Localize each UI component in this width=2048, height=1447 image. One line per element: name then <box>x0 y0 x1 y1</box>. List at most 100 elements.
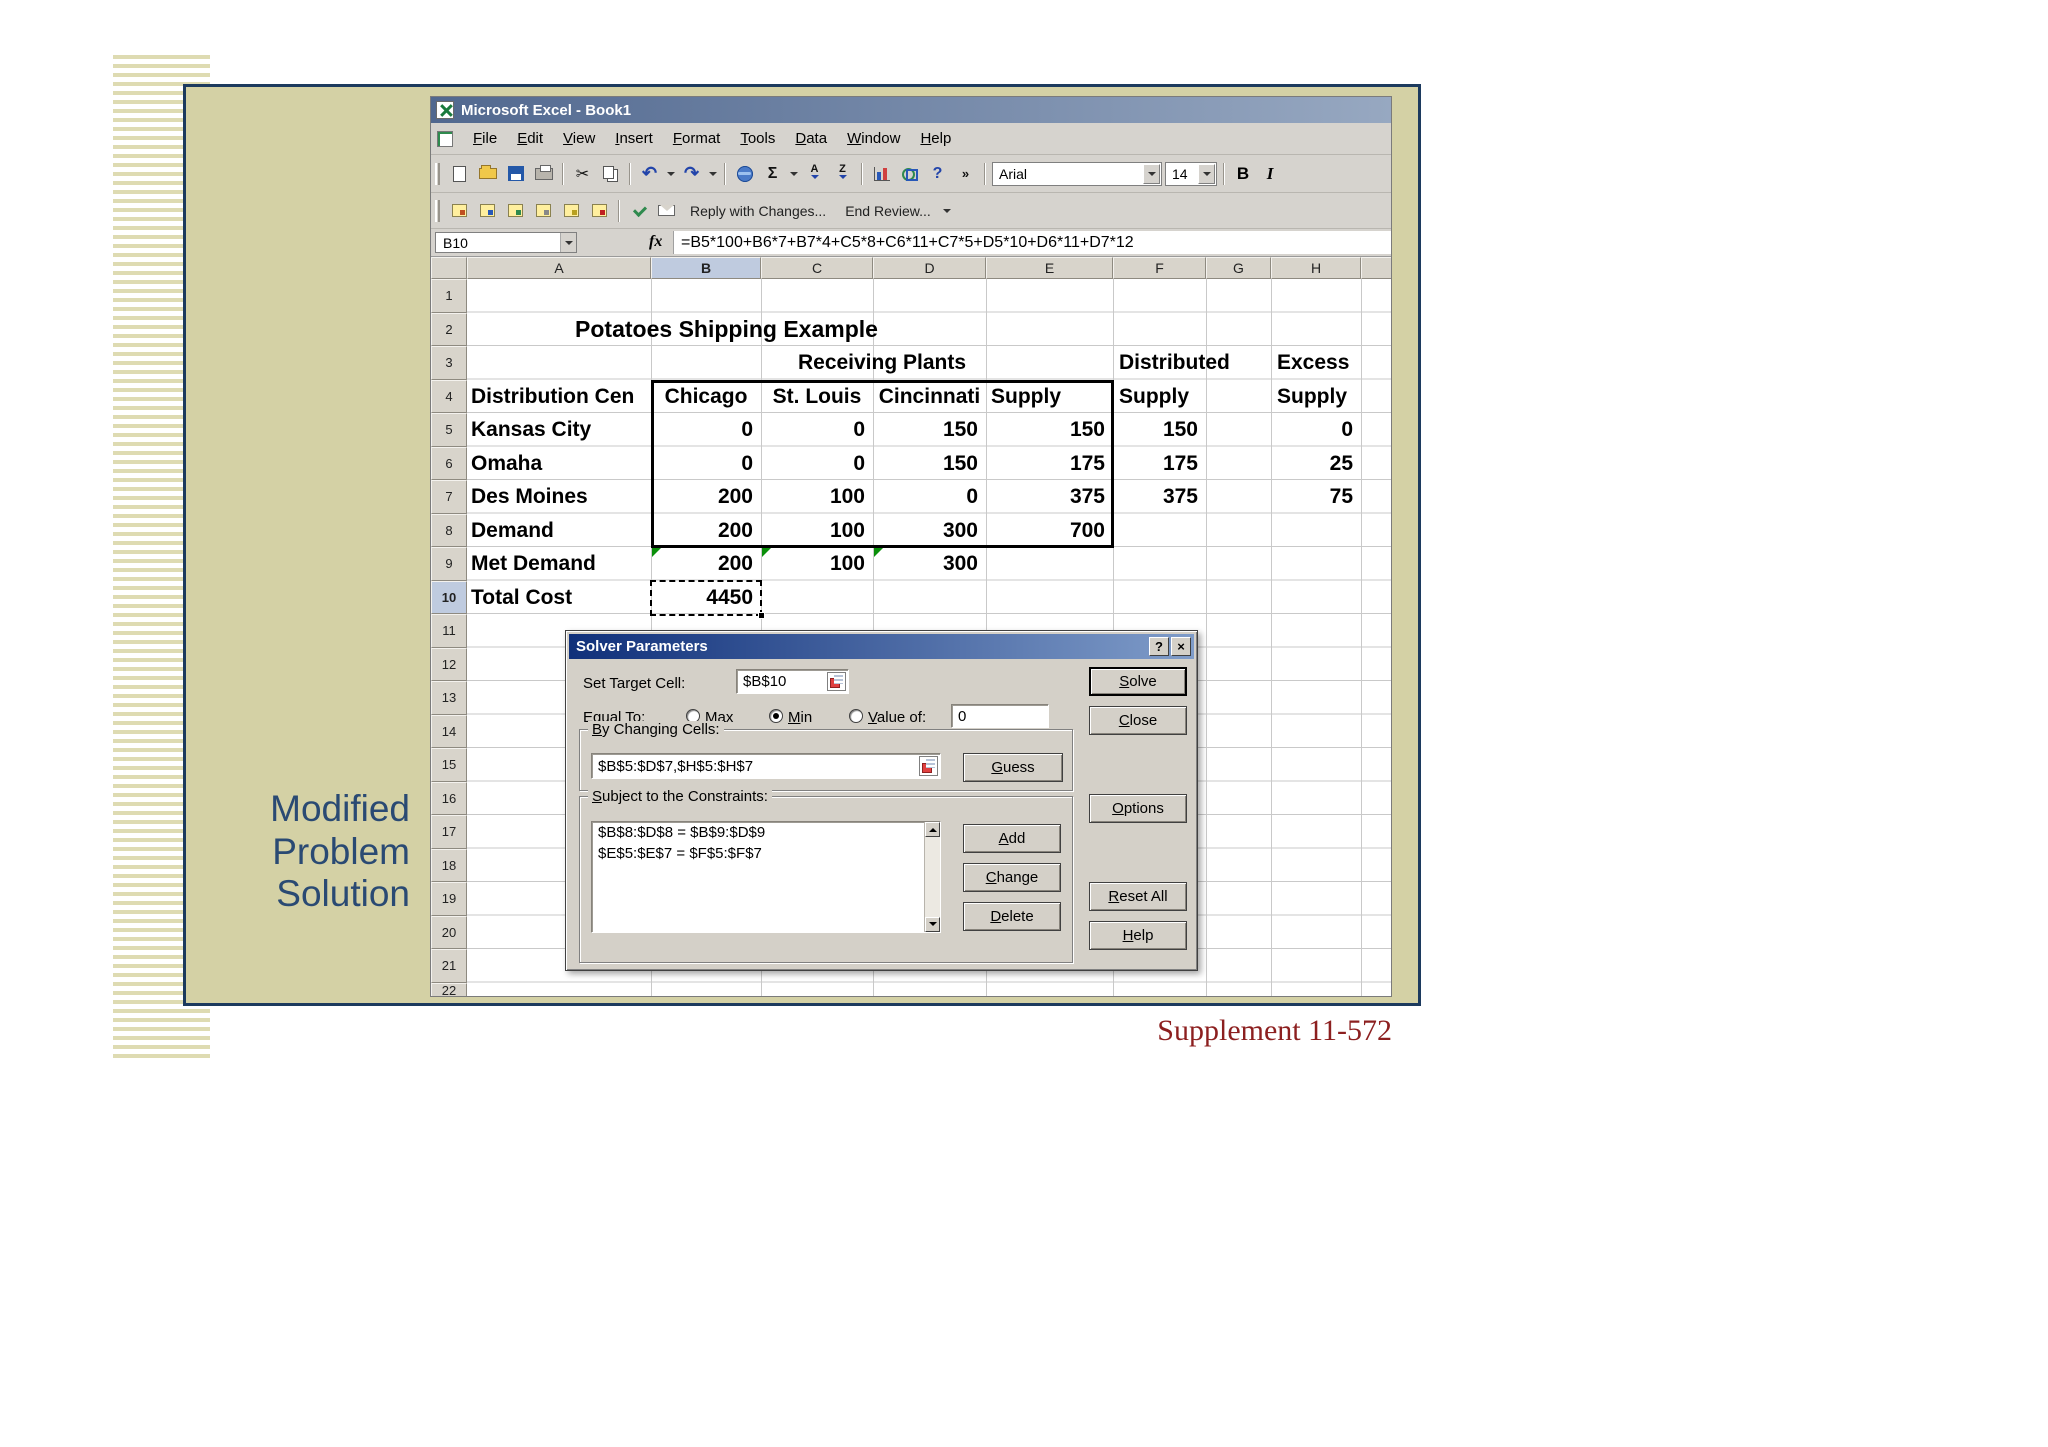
column-header-g[interactable]: G <box>1206 257 1271 279</box>
scroll-down-arrow[interactable] <box>925 917 940 932</box>
sort-ascending-icon[interactable]: A <box>802 162 827 185</box>
new-document-icon[interactable] <box>447 162 472 185</box>
delete-comment-icon[interactable] <box>587 199 612 222</box>
cell-b3[interactable]: Receiving Plants <box>651 346 1113 380</box>
font-name-dropdown[interactable] <box>1143 163 1160 184</box>
constraints-listbox[interactable]: $B$8:$D$8 = $B$9:$D$9 $E$5:$E$7 = $F$5:$… <box>591 821 941 933</box>
constraint-item[interactable]: $B$8:$D$8 = $B$9:$D$9 <box>592 822 940 843</box>
autosum-dropdown-arrow[interactable] <box>788 162 799 185</box>
cell-h7[interactable]: 75 <box>1273 480 1353 514</box>
change-button[interactable]: Change <box>963 863 1061 892</box>
row-header-6[interactable]: 6 <box>431 446 467 480</box>
edit-comment-icon[interactable] <box>447 199 472 222</box>
cell-h6[interactable]: 25 <box>1273 447 1353 481</box>
column-header-partial[interactable] <box>1361 257 1391 279</box>
cell-a8[interactable]: Demand <box>471 514 554 548</box>
cell-d9[interactable]: 300 <box>875 547 978 581</box>
guess-button[interactable]: Guess <box>963 753 1063 782</box>
review-toolbar-dropdown-arrow[interactable] <box>942 199 953 222</box>
constraint-item[interactable]: $E$5:$E$7 = $F$5:$F$7 <box>592 843 940 864</box>
value-of-radio[interactable] <box>849 709 863 723</box>
column-header-a[interactable]: A <box>467 257 651 279</box>
row-header-19[interactable]: 19 <box>431 882 467 916</box>
cut-icon[interactable]: ✂ <box>570 162 595 185</box>
name-box[interactable]: B10 <box>435 232 577 253</box>
workbook-icon[interactable] <box>437 130 453 147</box>
menu-file[interactable]: File <box>463 125 507 152</box>
row-header-14[interactable]: 14 <box>431 714 467 748</box>
menu-tools[interactable]: Tools <box>730 125 785 152</box>
row-header-17[interactable]: 17 <box>431 815 467 849</box>
column-header-e[interactable]: E <box>986 257 1113 279</box>
row-header-1[interactable]: 1 <box>431 279 467 313</box>
value-of-radio-label[interactable]: Value of: <box>868 709 926 726</box>
changing-cells-input[interactable]: $B$5:$D$7,$H$5:$H$7 <box>591 753 941 779</box>
solver-dialog-titlebar[interactable]: Solver Parameters ? × <box>569 634 1194 659</box>
cell-c9[interactable]: 100 <box>763 547 865 581</box>
row-header-8[interactable]: 8 <box>431 513 467 547</box>
font-name-combo[interactable]: Arial <box>992 161 1162 186</box>
add-button[interactable]: Add <box>963 824 1061 853</box>
column-header-d[interactable]: D <box>873 257 986 279</box>
toolbar-grip[interactable] <box>435 162 440 185</box>
cell-h5[interactable]: 0 <box>1273 413 1353 447</box>
row-header-16[interactable]: 16 <box>431 781 467 815</box>
cell-a10[interactable]: Total Cost <box>471 581 572 615</box>
cell-a4[interactable]: Distribution Cen <box>471 380 649 414</box>
help-icon[interactable]: ? <box>925 162 950 185</box>
insert-hyperlink-icon[interactable] <box>732 162 757 185</box>
cell-f4[interactable]: Supply <box>1119 380 1189 414</box>
cell-a2-title[interactable]: Potatoes Shipping Example <box>467 313 986 347</box>
save-icon[interactable] <box>503 162 528 185</box>
column-header-c[interactable]: C <box>761 257 873 279</box>
cell-f7[interactable]: 375 <box>1115 480 1198 514</box>
cell-f5[interactable]: 150 <box>1115 413 1198 447</box>
value-of-input[interactable]: 0 <box>951 704 1049 728</box>
help-button[interactable]: Help <box>1089 921 1187 950</box>
row-header-7[interactable]: 7 <box>431 480 467 514</box>
menu-help[interactable]: Help <box>910 125 961 152</box>
fill-handle[interactable] <box>758 612 765 619</box>
constraints-scrollbar[interactable] <box>924 822 940 932</box>
reply-with-changes-button[interactable]: Reply with Changes... <box>682 203 834 219</box>
next-comment-icon[interactable] <box>503 199 528 222</box>
row-header-15[interactable]: 15 <box>431 748 467 782</box>
scroll-up-arrow[interactable] <box>925 822 940 837</box>
row-header-3[interactable]: 3 <box>431 346 467 380</box>
row-header-2[interactable]: 2 <box>431 312 467 346</box>
min-radio-label[interactable]: Min <box>788 709 812 726</box>
row-header-18[interactable]: 18 <box>431 848 467 882</box>
close-button[interactable]: Close <box>1089 706 1187 735</box>
row-header-4[interactable]: 4 <box>431 379 467 413</box>
update-file-icon[interactable] <box>626 199 651 222</box>
cell-h4[interactable]: Supply <box>1277 380 1347 414</box>
cell-a5[interactable]: Kansas City <box>471 413 591 447</box>
insert-function-icon[interactable]: fx <box>649 233 662 251</box>
column-header-h[interactable]: H <box>1271 257 1361 279</box>
cell-a7[interactable]: Des Moines <box>471 480 588 514</box>
more-buttons-icon[interactable]: » <box>953 162 978 185</box>
min-radio[interactable] <box>769 709 783 723</box>
name-box-dropdown[interactable] <box>560 233 576 252</box>
solve-button[interactable]: Solve <box>1089 667 1187 696</box>
row-header-5[interactable]: 5 <box>431 413 467 447</box>
copy-icon[interactable] <box>598 162 623 185</box>
undo-icon[interactable]: ↶ <box>637 162 662 185</box>
excel-titlebar[interactable]: Microsoft Excel - Book1 <box>431 97 1391 123</box>
previous-comment-icon[interactable] <box>475 199 500 222</box>
reset-all-button[interactable]: Reset All <box>1089 882 1187 911</box>
row-header-20[interactable]: 20 <box>431 915 467 949</box>
column-header-b[interactable]: B <box>651 257 761 279</box>
font-size-combo[interactable]: 14 <box>1165 161 1217 186</box>
cell-b9[interactable]: 200 <box>653 547 753 581</box>
collapse-dialog-icon[interactable] <box>919 756 938 776</box>
autosum-icon[interactable]: Σ <box>760 162 785 185</box>
bold-button[interactable]: B <box>1231 162 1255 186</box>
chart-wizard-icon[interactable] <box>869 162 894 185</box>
row-header-13[interactable]: 13 <box>431 681 467 715</box>
row-header-12[interactable]: 12 <box>431 647 467 681</box>
row-header-10[interactable]: 10 <box>431 580 467 614</box>
select-all-corner[interactable] <box>431 257 467 279</box>
dialog-close-button[interactable]: × <box>1171 637 1191 656</box>
row-header-11[interactable]: 11 <box>431 614 467 648</box>
